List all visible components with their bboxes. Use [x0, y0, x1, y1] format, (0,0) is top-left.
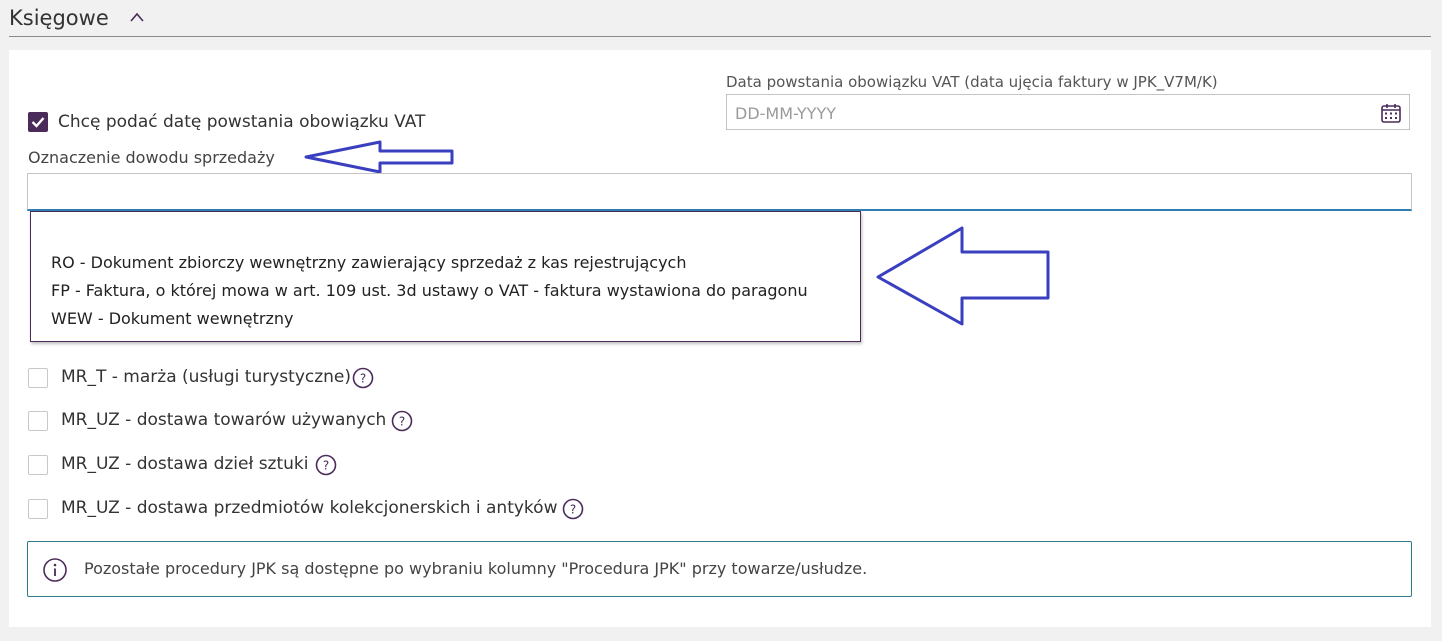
svg-text:?: ?: [399, 415, 405, 429]
dropdown-option-fp[interactable]: FP - Faktura, o której mowa w art. 109 u…: [51, 281, 808, 300]
dropdown-option-wew[interactable]: WEW - Dokument wewnętrzny: [51, 309, 294, 328]
info-box: Pozostałe procedury JPK są dostępne po w…: [27, 541, 1412, 597]
help-icon[interactable]: ?: [315, 454, 337, 476]
arrow-left-icon: [304, 140, 454, 174]
procedure-checkbox[interactable]: [28, 368, 48, 388]
sale-proof-field[interactable]: [27, 173, 1412, 211]
help-icon[interactable]: ?: [562, 498, 584, 520]
vat-date-input[interactable]: [733, 101, 1357, 125]
vat-date-label: Data powstania obowiązku VAT (data ujęci…: [726, 73, 1218, 91]
procedure-checkbox[interactable]: [28, 455, 48, 475]
sale-proof-dropdown: RO - Dokument zbiorczy wewnętrzny zawier…: [30, 211, 861, 342]
procedure-label[interactable]: MR_UZ - dostawa towarów używanych: [61, 410, 386, 430]
calendar-icon[interactable]: [1380, 102, 1402, 124]
procedure-label[interactable]: MR_T - marża (usługi turystyczne): [61, 367, 351, 387]
svg-text:?: ?: [570, 503, 576, 517]
info-text: Pozostałe procedury JPK są dostępne po w…: [84, 559, 868, 578]
vat-date-checkbox[interactable]: [28, 112, 48, 132]
svg-text:?: ?: [323, 459, 329, 473]
procedure-checkbox[interactable]: [28, 499, 48, 519]
sale-proof-label: Oznaczenie dowodu sprzedaży: [28, 148, 275, 167]
procedure-label[interactable]: MR_UZ - dostawa dzieł sztuki: [61, 454, 309, 474]
sale-proof-input[interactable]: [28, 174, 1411, 209]
vat-date-field[interactable]: [726, 94, 1410, 130]
dropdown-option-ro[interactable]: RO - Dokument zbiorczy wewnętrzny zawier…: [51, 253, 686, 272]
chevron-up-icon[interactable]: [130, 11, 144, 25]
procedure-checkbox[interactable]: [28, 411, 48, 431]
check-icon: [31, 117, 45, 128]
help-icon[interactable]: ?: [391, 410, 413, 432]
info-icon: [43, 558, 67, 582]
procedure-label[interactable]: MR_UZ - dostawa przedmiotów kolekcjoners…: [61, 498, 557, 518]
svg-text:?: ?: [360, 372, 366, 386]
arrow-left-icon: [876, 226, 1050, 326]
help-icon[interactable]: ?: [352, 367, 374, 389]
section-title: Księgowe: [9, 6, 109, 30]
vat-date-checkbox-label[interactable]: Chcę podać datę powstania obowiązku VAT: [58, 112, 425, 132]
section-header: Księgowe: [9, 0, 1431, 37]
